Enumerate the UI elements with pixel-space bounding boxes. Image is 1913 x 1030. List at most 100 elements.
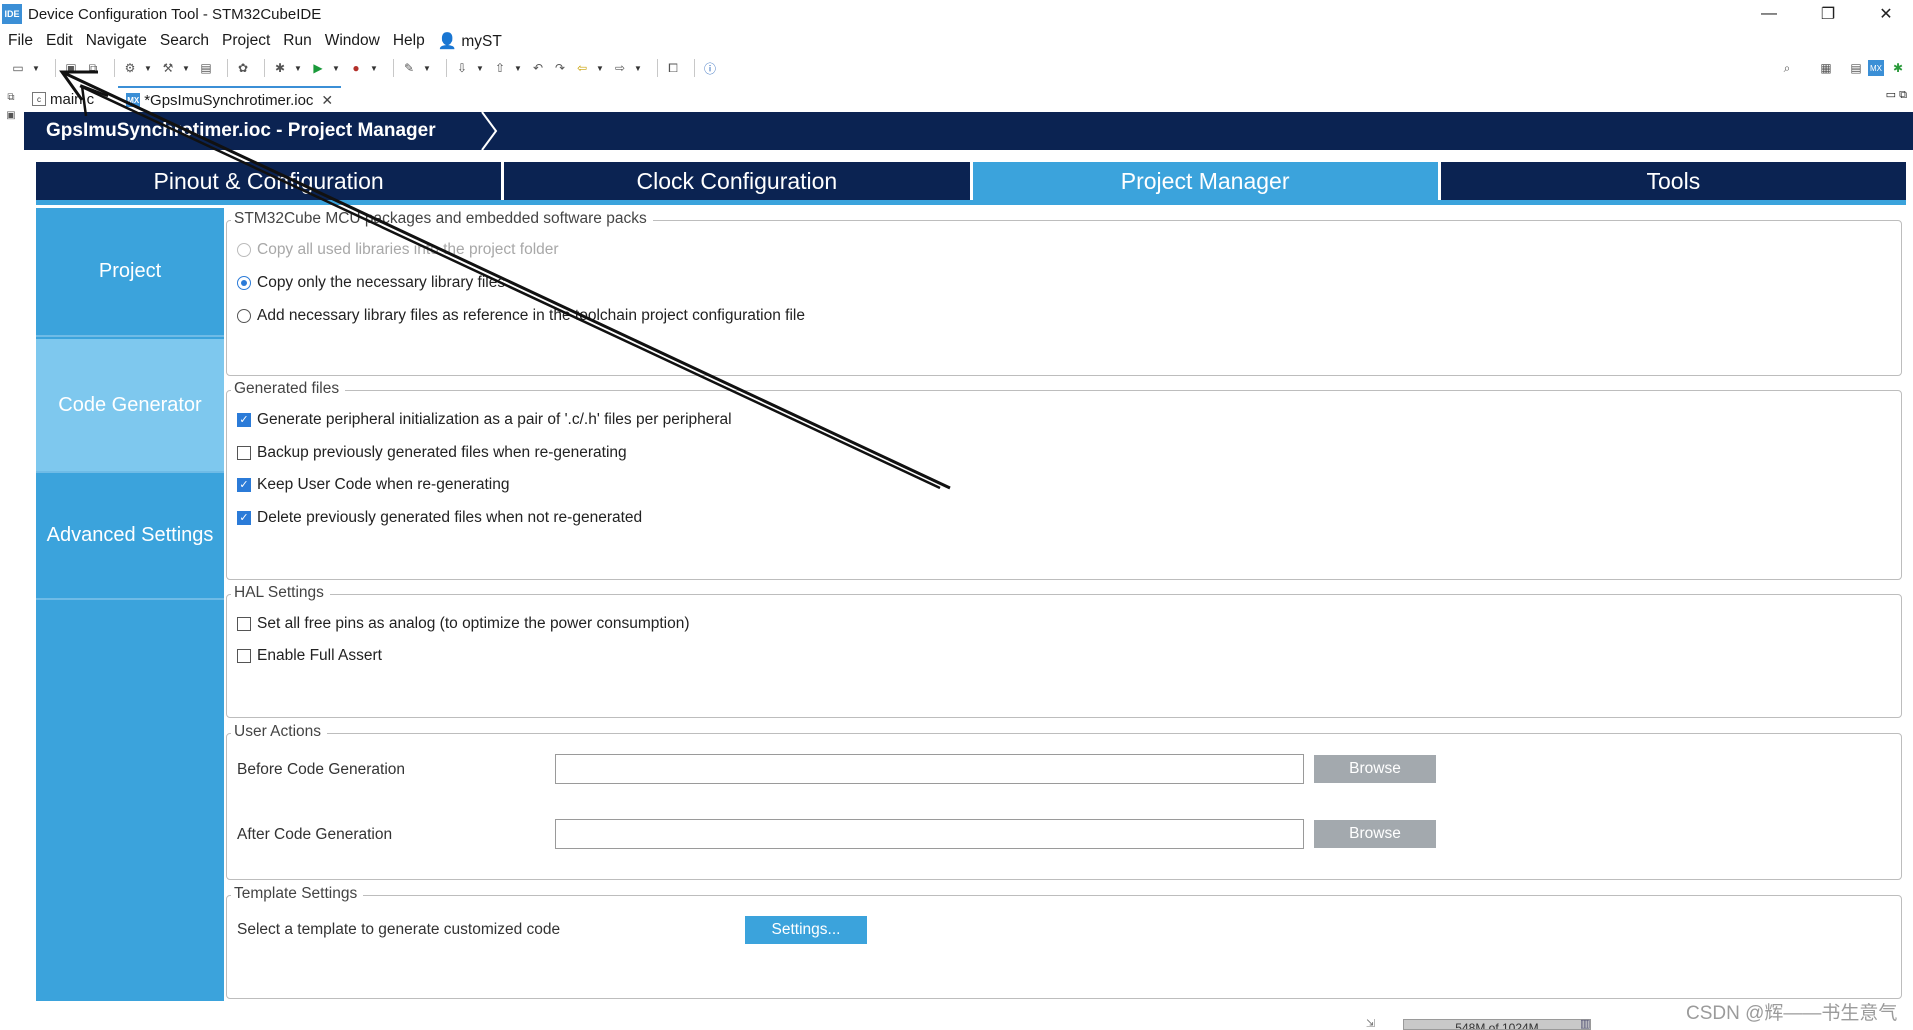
forward-icon[interactable]: ⇨	[612, 60, 628, 76]
outline-icon[interactable]: ▣	[4, 110, 18, 124]
hammer-icon[interactable]: ⚒	[160, 60, 176, 76]
menu-edit[interactable]: Edit	[46, 32, 73, 50]
editor-tab-bar: c main.c MX *GpsImuSynchrotimer.ioc ✕	[24, 86, 1913, 112]
close-tab-icon[interactable]: ✕	[321, 92, 333, 109]
category-project[interactable]: Project	[36, 208, 224, 335]
browse-before-button[interactable]: Browse	[1314, 755, 1436, 783]
info-icon[interactable]: ⓘ	[702, 60, 718, 76]
open-perspective-icon[interactable]: ⧠	[665, 60, 681, 76]
checkbox-backup-files[interactable]: Backup previously generated files when r…	[237, 444, 627, 462]
template-settings-button[interactable]: Settings...	[745, 916, 867, 944]
checkbox-generate-peripheral[interactable]: ✓ Generate peripheral initialization as …	[237, 411, 732, 429]
checkbox[interactable]: ✓	[237, 478, 251, 492]
checkbox[interactable]: ✓	[237, 511, 251, 525]
chevron-down-icon[interactable]: ▼	[514, 60, 522, 76]
tab-project-manager[interactable]: Project Manager	[972, 162, 1438, 200]
checkbox-keep-user-code[interactable]: ✓ Keep User Code when re-generating	[237, 476, 509, 494]
menu-help[interactable]: Help	[393, 32, 425, 50]
tab-clock-configuration[interactable]: Clock Configuration	[504, 162, 970, 200]
build-all-icon[interactable]: ▤	[198, 60, 214, 76]
category-divider	[36, 598, 224, 600]
tab-pinout-configuration[interactable]: Pinout & Configuration	[36, 162, 502, 200]
chevron-down-icon[interactable]: ▼	[423, 60, 431, 76]
category-advanced-settings[interactable]: Advanced Settings	[36, 473, 224, 598]
redo-icon[interactable]: ↷	[552, 60, 568, 76]
pen-icon[interactable]: ✎	[401, 60, 417, 76]
mx-perspective-icon[interactable]: MX	[1868, 60, 1884, 76]
watermark: CSDN @辉——书生意气	[1686, 1003, 1898, 1024]
user-actions-group: User Actions Before Code Generation Brow…	[226, 723, 1902, 880]
back-icon[interactable]: ⇦	[574, 60, 590, 76]
debug-icon[interactable]: ✱	[272, 60, 288, 76]
checkbox-delete-files[interactable]: ✓ Delete previously generated files when…	[237, 509, 642, 527]
checkbox-label: Backup previously generated files when r…	[257, 444, 627, 461]
app-icon: IDE	[2, 4, 22, 24]
generated-files-group: Generated files ✓ Generate peripheral in…	[226, 380, 1902, 580]
checkbox-label: Enable Full Assert	[257, 647, 382, 664]
toolbar-separator	[694, 59, 695, 77]
restore-icon[interactable]: ⧉	[4, 92, 18, 106]
menu-myst[interactable]: 👤 myST	[438, 32, 502, 51]
radio-add-reference[interactable]: Add necessary library files as reference…	[237, 307, 805, 325]
group-legend: Generated files	[231, 380, 346, 398]
chevron-down-icon[interactable]: ▼	[182, 60, 190, 76]
device-icon[interactable]: ✿	[235, 60, 251, 76]
category-code-generator[interactable]: Code Generator	[36, 339, 224, 471]
chevron-down-icon[interactable]: ▼	[634, 60, 642, 76]
minimize-button[interactable]: —	[1740, 0, 1798, 28]
chevron-down-icon[interactable]: ▼	[294, 60, 302, 76]
maximize-editor-icon[interactable]: ⧉	[1899, 89, 1907, 101]
search-icon[interactable]: ⌕	[1779, 60, 1795, 76]
editor-tab-ioc[interactable]: MX *GpsImuSynchrotimer.ioc ✕	[118, 86, 342, 112]
chevron-down-icon[interactable]: ▼	[144, 60, 152, 76]
restore-button[interactable]: ❐	[1799, 0, 1857, 28]
next-annotation-icon[interactable]: ⇩	[454, 60, 470, 76]
save-icon[interactable]: ▣	[63, 60, 79, 76]
menu-navigate[interactable]: Navigate	[86, 32, 147, 50]
close-window-button[interactable]: ✕	[1857, 0, 1913, 28]
chevron-down-icon[interactable]: ▼	[370, 60, 378, 76]
toolbar-separator	[657, 59, 658, 77]
checkbox[interactable]	[237, 649, 251, 663]
checkbox-free-pins-analog[interactable]: Set all free pins as analog (to optimize…	[237, 615, 690, 633]
menu-file[interactable]: File	[8, 32, 33, 50]
checkbox[interactable]	[237, 446, 251, 460]
chevron-down-icon[interactable]: ▼	[596, 60, 604, 76]
radio-copy-necessary[interactable]: Copy only the necessary library files	[237, 274, 505, 292]
browse-after-button[interactable]: Browse	[1314, 820, 1436, 848]
radio-copy-all: Copy all used libraries into the project…	[237, 241, 559, 259]
checkbox[interactable]: ✓	[237, 413, 251, 427]
before-generation-input[interactable]	[555, 754, 1304, 784]
menu-search[interactable]: Search	[160, 32, 209, 50]
run-icon[interactable]: ▶	[310, 60, 326, 76]
chevron-down-icon[interactable]: ▼	[32, 60, 40, 76]
build-icon[interactable]: ⚙	[122, 60, 138, 76]
prev-annotation-icon[interactable]: ⇧	[492, 60, 508, 76]
toolbar-separator	[393, 59, 394, 77]
toolbar-separator	[114, 59, 115, 77]
template-settings-group: Template Settings Select a template to g…	[226, 885, 1902, 999]
chevron-down-icon[interactable]: ▼	[476, 60, 484, 76]
after-generation-input[interactable]	[555, 819, 1304, 849]
checkbox-full-assert[interactable]: Enable Full Assert	[237, 647, 382, 665]
new-icon[interactable]: ▭	[10, 60, 26, 76]
tab-tools[interactable]: Tools	[1440, 162, 1906, 200]
editor-tab-main[interactable]: c main.c	[24, 86, 102, 112]
perspective-icon[interactable]: ▦	[1818, 60, 1834, 76]
status-icon[interactable]: ⇲	[1366, 1017, 1375, 1030]
cpp-perspective-icon[interactable]: ▤	[1848, 60, 1864, 76]
menu-run[interactable]: Run	[283, 32, 311, 50]
minimize-editor-icon[interactable]: ▭	[1886, 89, 1896, 101]
chevron-down-icon[interactable]: ▼	[332, 60, 340, 76]
last-edit-icon[interactable]: ↶	[530, 60, 546, 76]
debug-perspective-icon[interactable]: ✱	[1890, 60, 1906, 76]
radio-button[interactable]	[237, 276, 251, 290]
external-tools-icon[interactable]: ●	[348, 60, 364, 76]
menu-window[interactable]: Window	[325, 32, 380, 50]
radio-button[interactable]	[237, 309, 251, 323]
menu-project[interactable]: Project	[222, 32, 270, 50]
garbage-collect-icon[interactable]: ▥	[1580, 1017, 1590, 1030]
hal-settings-group: HAL Settings Set all free pins as analog…	[226, 584, 1902, 718]
save-all-icon[interactable]: ⧉	[85, 60, 101, 76]
checkbox[interactable]	[237, 617, 251, 631]
